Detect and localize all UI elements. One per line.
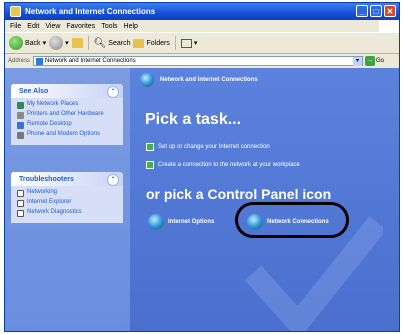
troubleshooters-header[interactable]: Troubleshooters ⌃ xyxy=(11,172,123,186)
see-also-title: See Also xyxy=(19,87,49,95)
troubleshooter-label: Network Diagnostics xyxy=(27,209,82,215)
help-icon xyxy=(17,190,24,197)
highlight-annotation-circle xyxy=(235,202,349,238)
back-label: Back xyxy=(25,39,41,47)
menu-file[interactable]: File xyxy=(10,23,21,30)
views-icon xyxy=(180,38,192,48)
see-also-item[interactable]: Remote Desktop xyxy=(17,121,119,129)
go-arrow-icon: → xyxy=(365,56,376,66)
menu-view[interactable]: View xyxy=(45,23,60,30)
window-controls: _ □ ✕ xyxy=(356,5,396,17)
help-icon xyxy=(17,210,24,217)
see-also-label: Remote Desktop xyxy=(27,121,72,127)
see-also-header[interactable]: See Also ⌃ xyxy=(11,84,123,98)
collapse-chevron-icon[interactable]: ⌃ xyxy=(107,86,119,98)
task-label: Set up or change your Internet connectio… xyxy=(158,144,270,150)
troubleshooters-title: Troubleshooters xyxy=(19,175,74,183)
dropdown-arrow-icon: ▾ xyxy=(65,40,69,47)
go-label: Go xyxy=(376,58,385,64)
see-also-label: My Network Places xyxy=(27,101,79,107)
toolbar: Back ▾ ▾ 🔍︎ Search Folders ▾ xyxy=(5,32,399,54)
toolbar-separator xyxy=(174,36,176,50)
task-pane: See Also ⌃ My Network Places Printers an… xyxy=(5,68,130,331)
maximize-button[interactable]: □ xyxy=(370,5,382,17)
search-button[interactable]: 🔍︎ Search xyxy=(94,38,131,49)
see-also-panel: See Also ⌃ My Network Places Printers an… xyxy=(11,84,123,145)
see-also-label: Phone and Modem Options xyxy=(27,131,101,137)
main-pane: Network and Internet Connections Pick a … xyxy=(130,68,399,331)
address-label: Address xyxy=(8,58,31,64)
forward-button[interactable]: ▾ xyxy=(49,36,69,50)
dropdown-arrow-icon[interactable]: ▾ xyxy=(353,56,363,66)
category-header: Network and Internet Connections xyxy=(130,68,399,92)
internet-options-icon-link[interactable]: Internet Options xyxy=(148,214,214,230)
menu-favorites[interactable]: Favorites xyxy=(66,23,95,30)
search-icon: 🔍︎ xyxy=(93,37,107,49)
see-also-label: Printers and Other Hardware xyxy=(27,111,104,117)
see-also-item[interactable]: Phone and Modem Options xyxy=(17,131,119,139)
folders-label: Folders xyxy=(146,39,170,47)
troubleshooter-label: Networking xyxy=(27,189,58,195)
network-globe-icon xyxy=(140,73,154,87)
help-icon xyxy=(17,200,24,207)
pick-icon-heading: or pick a Control Panel icon xyxy=(146,186,332,202)
remote-desktop-icon xyxy=(17,122,24,129)
views-button[interactable]: ▾ xyxy=(180,38,198,48)
troubleshooter-item[interactable]: Networking xyxy=(17,189,119,197)
folders-icon xyxy=(133,38,145,48)
forward-arrow-icon xyxy=(49,36,64,50)
menu-tools[interactable]: Tools xyxy=(101,23,117,30)
task-link-workplace-connection[interactable]: Create a connection to the network at yo… xyxy=(146,161,300,169)
content-area: See Also ⌃ My Network Places Printers an… xyxy=(5,68,399,331)
folder-icon xyxy=(36,57,44,65)
minimize-button[interactable]: _ xyxy=(356,5,368,17)
back-arrow-icon xyxy=(9,36,23,50)
pick-task-heading: Pick a task... xyxy=(145,111,242,128)
task-arrow-icon xyxy=(146,161,154,169)
see-also-item[interactable]: Printers and Other Hardware xyxy=(17,111,119,119)
printer-icon xyxy=(17,112,24,119)
collapse-chevron-icon[interactable]: ⌃ xyxy=(107,174,119,186)
address-input[interactable]: Network and Internet Connections ▾ xyxy=(33,56,364,66)
title-bar: Network and Internet Connections _ □ ✕ xyxy=(5,3,399,20)
troubleshooters-panel: Troubleshooters ⌃ Networking Internet Ex… xyxy=(11,172,123,223)
go-button[interactable]: → Go xyxy=(365,56,384,66)
explorer-window: Network and Internet Connections _ □ ✕ F… xyxy=(4,2,400,332)
toolbar-separator xyxy=(87,36,89,50)
up-button[interactable] xyxy=(71,38,83,48)
menu-help[interactable]: Help xyxy=(124,23,138,30)
search-label: Search xyxy=(108,39,131,47)
network-places-icon xyxy=(17,102,24,109)
dropdown-arrow-icon: ▾ xyxy=(42,40,47,47)
troubleshooter-item[interactable]: Internet Explorer xyxy=(17,199,119,207)
address-bar: Address Network and Internet Connections… xyxy=(5,54,399,68)
folders-button[interactable]: Folders xyxy=(133,38,170,48)
folder-up-icon xyxy=(71,38,83,48)
window-icon xyxy=(10,6,21,17)
internet-options-label: Internet Options xyxy=(168,219,215,225)
task-arrow-icon xyxy=(146,143,154,151)
troubleshooter-label: Internet Explorer xyxy=(27,199,72,205)
task-link-internet-connection[interactable]: Set up or change your Internet connectio… xyxy=(146,143,270,151)
back-button[interactable]: Back ▾ xyxy=(9,36,46,50)
window-title: Network and Internet Connections xyxy=(25,7,156,16)
troubleshooter-item[interactable]: Network Diagnostics xyxy=(17,209,119,217)
task-label: Create a connection to the network at yo… xyxy=(158,162,300,168)
see-also-item[interactable]: My Network Places xyxy=(17,101,119,109)
dropdown-arrow-icon: ▾ xyxy=(193,40,198,47)
category-title: Network and Internet Connections xyxy=(160,77,258,83)
close-button[interactable]: ✕ xyxy=(384,5,396,17)
menu-edit[interactable]: Edit xyxy=(27,23,39,30)
windows-logo-icon xyxy=(379,20,399,32)
phone-modem-icon xyxy=(17,132,24,139)
internet-options-icon xyxy=(148,214,164,230)
menu-bar: File Edit View Favorites Tools Help xyxy=(5,20,399,32)
address-value: Network and Internet Connections xyxy=(45,58,136,64)
